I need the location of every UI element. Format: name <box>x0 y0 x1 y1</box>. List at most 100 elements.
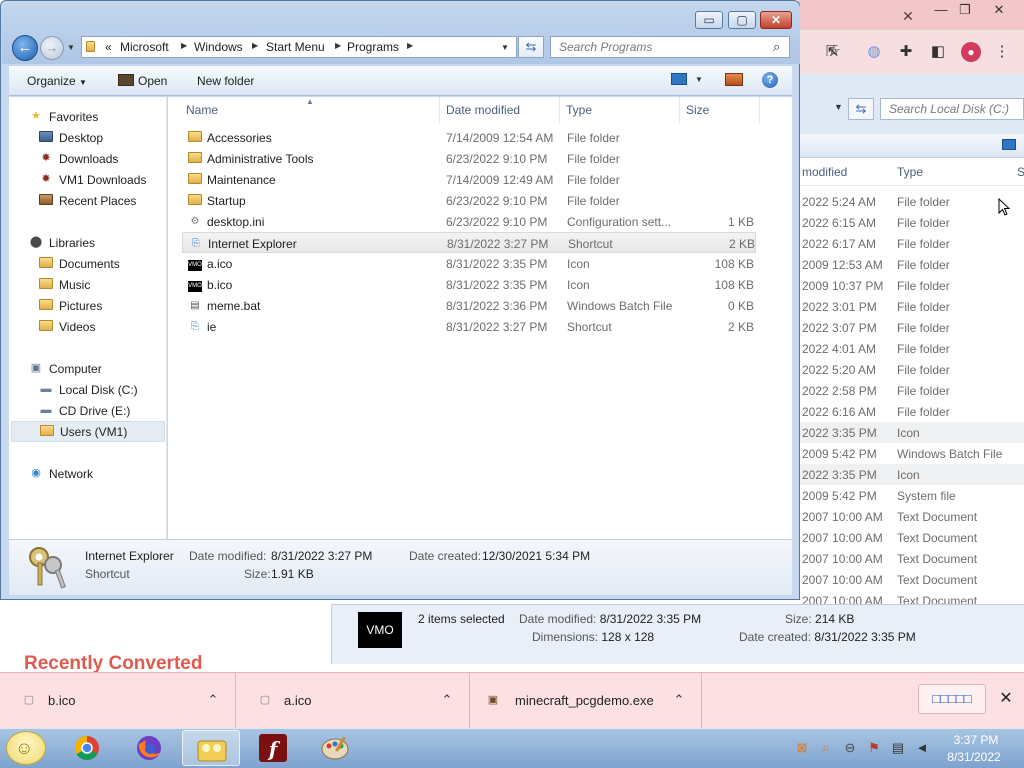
nav-users-vm1[interactable]: Users (VM1) <box>11 421 165 442</box>
clock-date[interactable]: 8/31/2022 <box>944 750 1004 764</box>
explorer-taskbar-button[interactable] <box>182 730 240 766</box>
organize-button[interactable]: Organize ▼ <box>27 74 87 88</box>
file-row[interactable]: ▤ meme.bat 8/31/2022 3:36 PM Windows Batch … <box>182 295 756 316</box>
refresh-icon[interactable]: ⇆ <box>518 36 544 58</box>
clock-time[interactable]: 3:37 PM <box>948 733 1004 747</box>
file-row[interactable]: 2007 10:00 AM Text Document <box>798 527 1024 548</box>
file-row[interactable]: ⎘ Internet Explorer 8/31/2022 3:27 PM Short… <box>182 232 756 253</box>
file-row[interactable]: 2009 12:53 AM File folder <box>798 254 1024 275</box>
address-dropdown-icon[interactable]: ▼ <box>501 43 509 52</box>
tray-status-icon[interactable]: ⊖ <box>842 740 858 756</box>
show-all-downloads-button[interactable]: □□□□□ <box>918 684 986 714</box>
search-input[interactable]: Search Programs ⌕ <box>550 36 790 58</box>
file-row[interactable]: 2022 6:17 AM File folder <box>798 233 1024 254</box>
tab-close-icon[interactable]: ✕ <box>900 8 916 24</box>
download-item[interactable]: ▢ b.ico ⌃ <box>0 672 236 728</box>
file-row[interactable]: VMO b.ico 8/31/2022 3:35 PM Icon 108 KB <box>182 274 756 295</box>
breadcrumb-windows[interactable]: Windows <box>194 40 243 54</box>
forward-button[interactable]: → <box>40 36 64 60</box>
bookmark-star-icon[interactable]: ☆ <box>824 42 844 62</box>
breadcrumb-programs[interactable]: Programs <box>347 40 399 54</box>
browser-close-button[interactable]: ✕ <box>986 2 1012 18</box>
chrome-taskbar-button[interactable] <box>58 730 116 766</box>
chevron-up-icon[interactable]: ⌃ <box>672 692 686 708</box>
download-item[interactable]: ▣ minecraft_pcgdemo.exe ⌃ <box>470 672 702 728</box>
browser-minimize-button[interactable]: — <box>928 2 954 18</box>
close-download-bar-button[interactable]: ✕ <box>996 688 1016 710</box>
extension-globe-icon[interactable]: ◍ <box>864 42 884 62</box>
breadcrumb-arrow-icon[interactable]: ▶ <box>335 41 341 50</box>
start-button[interactable]: ☺ <box>6 731 46 765</box>
minimize-button[interactable]: ▭ <box>695 11 723 29</box>
browser-restore-button[interactable]: ❐ <box>952 2 978 18</box>
breadcrumb-overflow[interactable]: « <box>105 40 112 54</box>
file-row[interactable]: 2007 10:00 AM Text Document <box>798 506 1024 527</box>
tray-search-icon[interactable]: ⌕ <box>818 740 834 756</box>
breadcrumb-arrow-icon[interactable]: ▶ <box>407 41 413 50</box>
chevron-up-icon[interactable]: ⌃ <box>206 692 220 708</box>
flash-taskbar-button[interactable]: f <box>244 730 302 766</box>
column-date-modified[interactable]: modified <box>802 165 847 179</box>
refresh-icon[interactable]: ⇆ <box>848 98 874 120</box>
maximize-button[interactable]: ▢ <box>728 11 756 29</box>
column-type[interactable]: Type <box>897 165 923 179</box>
file-row[interactable]: 2022 4:01 AM File folder <box>798 338 1024 359</box>
file-row[interactable]: ⎘ ie 8/31/2022 3:27 PM Shortcut 2 KB <box>182 316 756 337</box>
change-view-icon[interactable] <box>671 73 687 85</box>
side-panel-icon[interactable]: ◧ <box>928 42 948 62</box>
search-input[interactable]: Search Local Disk (C:) <box>880 98 1024 120</box>
column-date-modified[interactable]: Date modified <box>440 97 560 123</box>
file-row[interactable]: 2022 5:20 AM File folder <box>798 359 1024 380</box>
file-row[interactable]: 2022 6:15 AM File folder <box>798 212 1024 233</box>
firefox-taskbar-button[interactable] <box>120 730 178 766</box>
column-type[interactable]: Type <box>560 97 680 123</box>
open-button[interactable]: Open <box>138 74 167 88</box>
search-icon[interactable]: ⌕ <box>773 39 780 55</box>
profile-avatar[interactable]: ● <box>961 42 981 62</box>
breadcrumb-microsoft[interactable]: Microsoft <box>120 40 169 54</box>
browser-menu-icon[interactable]: ⋮ <box>992 42 1012 62</box>
file-row[interactable]: Accessories 7/14/2009 12:54 AM File folder <box>182 127 756 148</box>
network-tray-icon[interactable]: ▤ <box>890 740 906 756</box>
file-row[interactable]: 2009 5:42 PM System file <box>798 485 1024 506</box>
file-row[interactable]: 2022 3:35 PM Icon <box>798 464 1024 485</box>
download-item[interactable]: ▢ a.ico ⌃ <box>236 672 470 728</box>
file-row[interactable]: 2022 3:35 PM Icon <box>798 422 1024 443</box>
file-row[interactable]: ⚙ desktop.ini 6/23/2022 9:10 PM Configurati… <box>182 211 756 232</box>
preview-pane-icon[interactable] <box>725 73 743 86</box>
file-row[interactable]: 2022 3:07 PM File folder <box>798 317 1024 338</box>
breadcrumb-start-menu[interactable]: Start Menu <box>266 40 325 54</box>
file-row[interactable]: 2007 10:00 AM Text Document <box>798 569 1024 590</box>
chevron-down-icon[interactable]: ▼ <box>834 102 843 112</box>
action-center-icon[interactable]: ⚑ <box>866 740 882 756</box>
file-row[interactable]: 2022 2:58 PM File folder <box>798 380 1024 401</box>
close-button[interactable]: ✕ <box>760 11 792 29</box>
recent-pages-chevron-icon[interactable]: ▼ <box>67 43 75 52</box>
file-row[interactable]: 2022 3:01 PM File folder <box>798 296 1024 317</box>
file-row[interactable]: 2022 5:24 AM File folder <box>798 191 1024 212</box>
file-row[interactable]: 2009 10:37 PM File folder <box>798 275 1024 296</box>
volume-icon[interactable]: ◄ <box>914 740 930 756</box>
breadcrumb-arrow-icon[interactable]: ▶ <box>181 41 187 50</box>
file-row[interactable]: VMO a.ico 8/31/2022 3:35 PM Icon 108 KB <box>182 253 756 274</box>
column-size[interactable]: S <box>1017 165 1024 179</box>
breadcrumb-arrow-icon[interactable]: ▶ <box>252 41 258 50</box>
file-row[interactable]: Administrative Tools 6/23/2022 9:10 PM Fil… <box>182 148 756 169</box>
file-row[interactable]: 2022 6:16 AM File folder <box>798 401 1024 422</box>
help-icon[interactable]: ? <box>762 72 778 88</box>
file-row[interactable]: 2007 10:00 AM Text Document <box>798 548 1024 569</box>
file-row[interactable]: 2009 5:42 PM Windows Batch File <box>798 443 1024 464</box>
file-row[interactable]: Startup 6/23/2022 9:10 PM File folder <box>182 190 756 211</box>
extensions-puzzle-icon[interactable]: ✚ <box>896 42 916 62</box>
view-icon[interactable] <box>1002 139 1016 150</box>
file-row[interactable]: Maintenance 7/14/2009 12:49 AM File folder <box>182 169 756 190</box>
chevron-up-icon[interactable]: ⌃ <box>440 692 454 708</box>
chevron-down-icon[interactable]: ▼ <box>695 75 703 84</box>
back-button[interactable]: ← <box>12 35 38 61</box>
address-bar[interactable]: « Microsoft ▶ Windows ▶ Start Menu ▶ Pro… <box>81 36 517 58</box>
new-folder-button[interactable]: New folder <box>197 74 254 88</box>
tray-app-icon[interactable]: ⊠ <box>794 740 810 756</box>
column-size[interactable]: Size <box>680 97 760 123</box>
file-row[interactable]: 2007 10:00 AM Text Document <box>798 590 1024 604</box>
paint-taskbar-button[interactable] <box>306 730 364 766</box>
